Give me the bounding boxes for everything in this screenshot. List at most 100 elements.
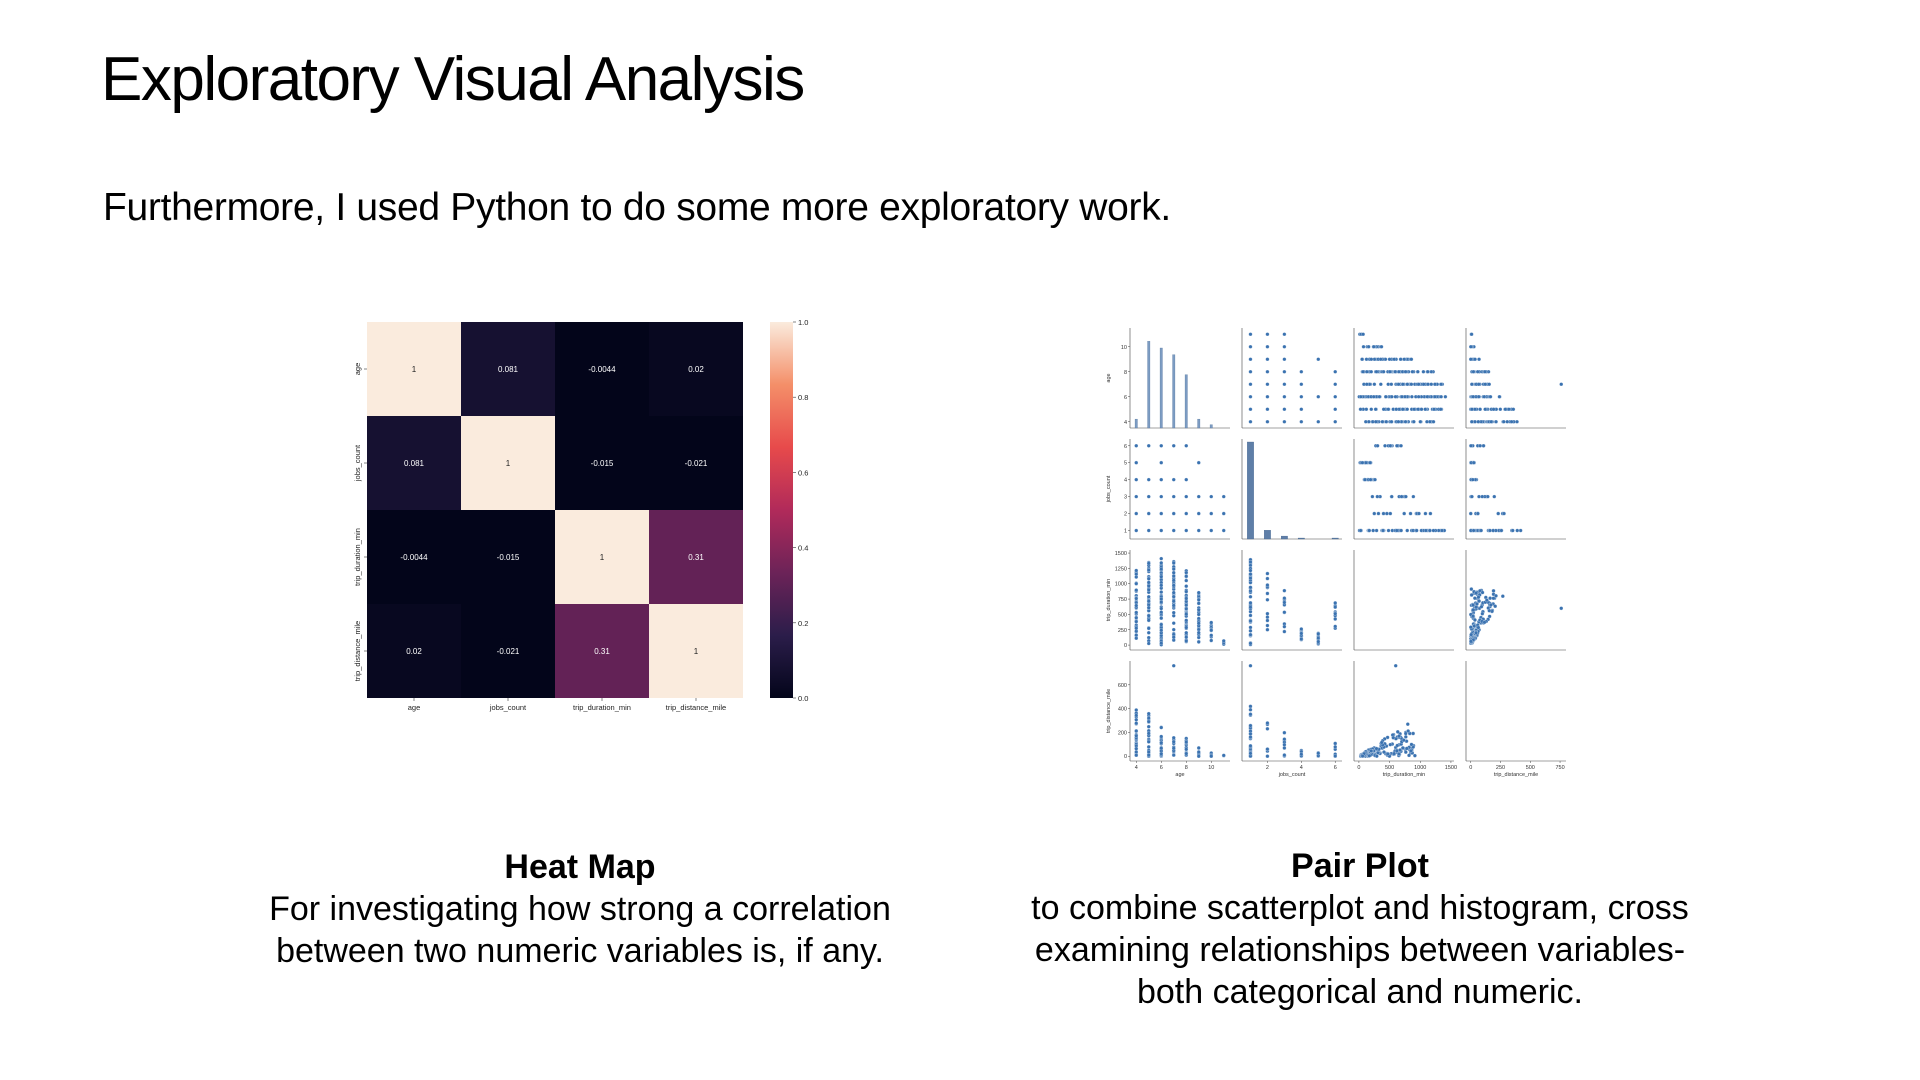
heatmap-chart: 1 0.081 -0.0044 0.02 0.081 1 -0.015 -0.021 -0.00… bbox=[353, 318, 808, 712]
pairplot-x-tick-label: 4 bbox=[1300, 765, 1303, 771]
pairplot-point bbox=[1371, 344, 1376, 349]
pairplot-point bbox=[1511, 407, 1516, 412]
pairplot-point bbox=[1382, 750, 1386, 754]
jobs-histogram-bar bbox=[1331, 537, 1339, 540]
pairplot-point bbox=[1505, 419, 1510, 424]
pairplot-point bbox=[1488, 394, 1493, 399]
pairplot-point bbox=[1248, 625, 1253, 630]
pairplot-point bbox=[1431, 528, 1436, 533]
pairplot-point bbox=[1361, 369, 1366, 374]
pairplot-point bbox=[1364, 357, 1369, 362]
pairplot-point bbox=[1416, 394, 1421, 399]
pairplot-point bbox=[1171, 746, 1176, 751]
pairplot-point bbox=[1375, 443, 1380, 448]
pairplot-point bbox=[1196, 601, 1201, 606]
heatmap-cell-label: 0.081 bbox=[404, 459, 425, 468]
heatmap-caption-line: For investigating how strong a correlati… bbox=[269, 890, 891, 928]
pairplot-point bbox=[1146, 744, 1151, 749]
pairplot-point bbox=[1483, 407, 1488, 412]
pairplot-point bbox=[1265, 611, 1270, 616]
pairplot-point bbox=[1265, 357, 1270, 362]
pairplot-point bbox=[1471, 614, 1475, 619]
pairplot-point bbox=[1415, 369, 1420, 374]
colorbar-tick-label: 1.0 bbox=[798, 318, 808, 327]
pairplot-point bbox=[1440, 528, 1444, 533]
pairplot-point bbox=[1510, 528, 1515, 533]
pairplot-point bbox=[1171, 511, 1176, 516]
pairplot-point bbox=[1373, 419, 1378, 424]
pairplot-point bbox=[1469, 593, 1474, 597]
heatmap-caption-title: Heat Map bbox=[504, 848, 656, 886]
pairplot-point bbox=[1146, 561, 1151, 566]
pairplot-point bbox=[1483, 382, 1488, 387]
pairplot-point bbox=[1146, 583, 1151, 588]
pairplot-point bbox=[1363, 460, 1368, 465]
pairplot-caption-line: to combine scatterplot and histogram, cr… bbox=[1031, 889, 1689, 927]
intro-text: Furthermore, I used Python to do some mo… bbox=[103, 186, 1171, 229]
pairplot-point bbox=[1171, 621, 1176, 626]
pairplot-point bbox=[1184, 612, 1189, 617]
pairplot-x-tick-label: 10 bbox=[1208, 765, 1214, 771]
pairplot-point bbox=[1399, 443, 1403, 448]
pairplot-caption-line: examining relationships between variable… bbox=[1034, 931, 1686, 969]
pairplot-point bbox=[1471, 603, 1475, 608]
pairplot-point bbox=[1248, 344, 1253, 349]
jobs-histogram-bar bbox=[1297, 537, 1305, 540]
pairplot-point bbox=[1248, 723, 1253, 728]
pairplot-point bbox=[1171, 603, 1176, 608]
pairplot-caption-line: both categorical and numeric. bbox=[1136, 973, 1584, 1011]
heatmap-cell-label: -0.021 bbox=[497, 647, 520, 656]
pairplot-point bbox=[1159, 494, 1164, 499]
pairplot-x-tick-label: 1500 bbox=[1445, 765, 1457, 771]
pairplot-point bbox=[1480, 611, 1485, 616]
pairplot-point bbox=[1248, 576, 1253, 581]
heatmap-cell-label: -0.015 bbox=[497, 553, 520, 562]
pairplot-point bbox=[1134, 596, 1139, 601]
pairplot-point bbox=[1146, 739, 1151, 744]
pairplot-y-tick-label: 10 bbox=[1121, 345, 1127, 351]
pairplot-point bbox=[1265, 382, 1270, 387]
pairplot-point bbox=[1374, 369, 1379, 374]
pairplot-point bbox=[1372, 382, 1377, 387]
pairplot-point bbox=[1423, 407, 1428, 412]
pairplot-point bbox=[1159, 740, 1164, 745]
pairplot-point bbox=[1493, 604, 1498, 609]
pairplot-point bbox=[1388, 742, 1393, 747]
pairplot-point bbox=[1159, 460, 1164, 465]
pairplot-point bbox=[1196, 590, 1201, 595]
pairplot-point bbox=[1405, 382, 1410, 387]
pairplot-point bbox=[1282, 588, 1287, 593]
pairplot-x-tick-label: 2 bbox=[1266, 765, 1269, 771]
pairplot-point bbox=[1396, 752, 1401, 756]
pairplot-point bbox=[1196, 746, 1201, 750]
pairplot-point bbox=[1506, 407, 1511, 412]
pairplot-point bbox=[1159, 751, 1164, 756]
pairplot-point bbox=[1418, 419, 1423, 424]
pairplot-point bbox=[1439, 382, 1444, 387]
pairplot-point bbox=[1469, 382, 1474, 387]
pairplot-y-tick-label: 4 bbox=[1124, 420, 1127, 426]
pairplot-point bbox=[1159, 560, 1164, 565]
pairplot-point bbox=[1265, 597, 1270, 602]
pairplot-point bbox=[1482, 620, 1487, 625]
pairplot-point bbox=[1146, 580, 1151, 585]
pairplot-point bbox=[1408, 511, 1413, 516]
pairplot-point bbox=[1221, 638, 1226, 643]
pairplot-point bbox=[1491, 528, 1496, 533]
heatmap-cell-label: 1 bbox=[412, 365, 417, 374]
pairplot-point bbox=[1397, 734, 1401, 739]
pairplot-x-axis-label: jobs_count bbox=[1278, 772, 1306, 778]
pairplot-point bbox=[1184, 630, 1189, 635]
pairplot-point bbox=[1333, 617, 1338, 621]
pairplot-point bbox=[1282, 344, 1287, 349]
pairplot-point bbox=[1485, 494, 1490, 499]
pairplot-point bbox=[1146, 599, 1151, 604]
jobs-histogram-bar bbox=[1281, 535, 1288, 540]
pairplot-point bbox=[1299, 637, 1304, 641]
pairplot-y-tick-label: 1 bbox=[1124, 529, 1127, 535]
pairplot-point bbox=[1333, 754, 1338, 758]
pairplot-point bbox=[1374, 746, 1379, 751]
heatmap-cell-label: 1 bbox=[506, 459, 511, 468]
pairplot-point bbox=[1333, 741, 1338, 746]
pairplot-x-tick-label: 0 bbox=[1469, 765, 1472, 771]
